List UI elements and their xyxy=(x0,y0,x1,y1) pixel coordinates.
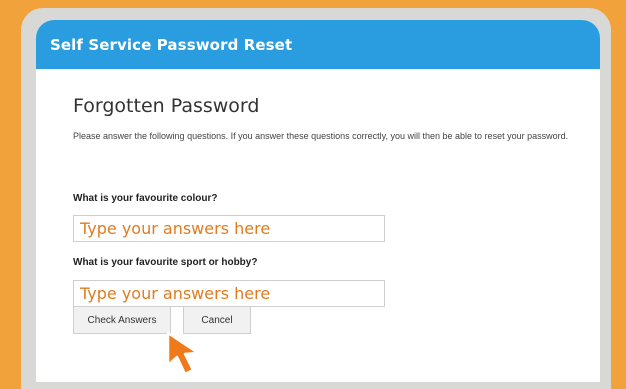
arrow-pointer-icon xyxy=(166,331,200,376)
question-label-sport: What is your favourite sport or hobby? xyxy=(73,257,258,268)
page-title: Forgotten Password xyxy=(73,95,260,117)
answer-input-sport[interactable] xyxy=(73,280,385,307)
check-answers-button[interactable]: Check Answers xyxy=(73,306,171,334)
cancel-button[interactable]: Cancel xyxy=(183,306,251,334)
instructions-text: Please answer the following questions. I… xyxy=(73,131,569,141)
question-label-colour: What is your favourite colour? xyxy=(73,193,218,204)
window-title: Self Service Password Reset xyxy=(50,35,293,54)
window-titlebar: Self Service Password Reset xyxy=(36,20,600,69)
answer-input-colour[interactable] xyxy=(73,215,385,242)
